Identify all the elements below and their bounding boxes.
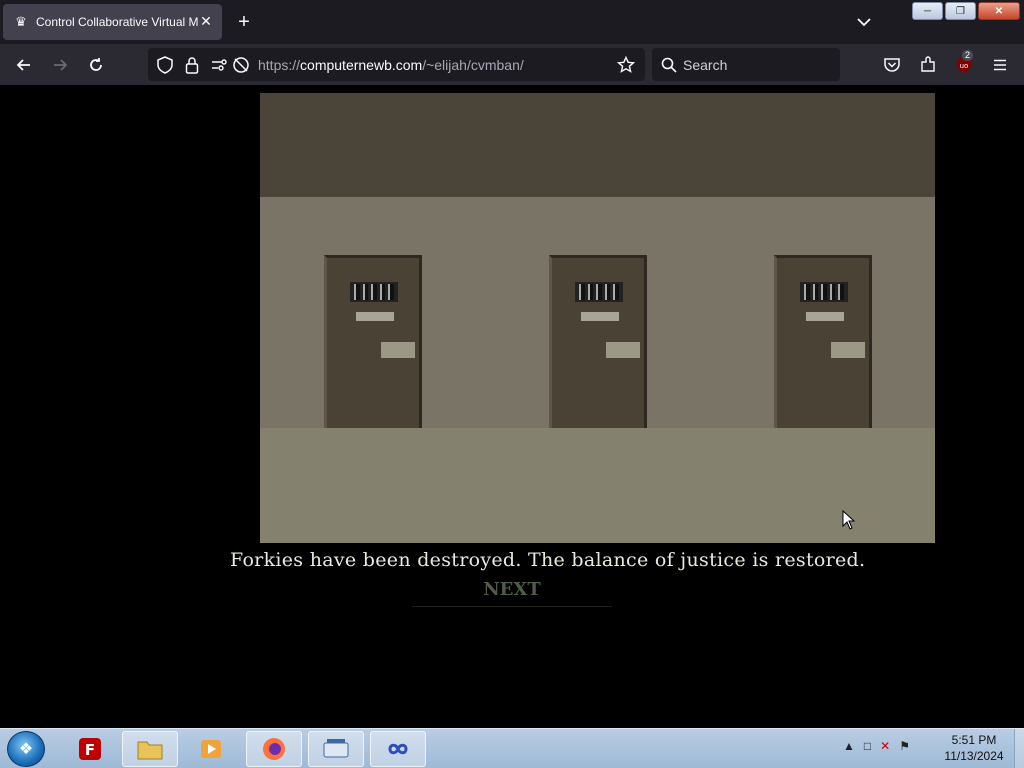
door-slot bbox=[606, 342, 640, 358]
volume-muted-icon[interactable]: ✕ bbox=[880, 739, 890, 753]
search-input[interactable]: Search bbox=[652, 48, 840, 81]
taskbar-app-explorer[interactable] bbox=[122, 731, 178, 767]
close-tab-icon[interactable]: ✕ bbox=[198, 13, 214, 29]
clock-time: 5:51 PM bbox=[951, 733, 997, 747]
show-hidden-icons-icon[interactable]: ▲ bbox=[843, 739, 855, 753]
restore-button[interactable]: ❐ bbox=[945, 2, 976, 20]
forward-button[interactable] bbox=[49, 54, 71, 76]
folder-icon bbox=[137, 741, 163, 760]
firefox-icon bbox=[263, 738, 285, 760]
next-button[interactable]: NEXT bbox=[412, 579, 612, 607]
lock-icon[interactable] bbox=[181, 54, 203, 76]
minimize-button[interactable]: ─ bbox=[912, 2, 943, 20]
search-icon bbox=[658, 54, 680, 76]
taskbar-app-infinity[interactable] bbox=[370, 731, 426, 767]
forward-arrow-icon bbox=[54, 59, 68, 71]
barred-window bbox=[800, 282, 848, 302]
taskbar-app-firefox[interactable] bbox=[246, 731, 302, 767]
windows-logo-icon: ❖ bbox=[18, 741, 34, 758]
taskbar-app-keyboard[interactable] bbox=[308, 731, 364, 767]
search-placeholder: Search bbox=[683, 57, 728, 73]
browser-tab[interactable]: ♛ Control Collaborative Virtual M ✕ bbox=[3, 4, 222, 40]
autoplay-blocked-icon[interactable] bbox=[230, 54, 252, 76]
game-viewport: Forkies have been destroyed. The balance… bbox=[0, 85, 1024, 728]
svg-text:uo: uo bbox=[960, 62, 969, 70]
hamburger-menu-icon bbox=[994, 59, 1006, 71]
taskbar: ❖ F ▲ □ ✕ ⚑ 5:51 PM 11/13/2024 bbox=[0, 728, 1024, 768]
site-favicon-icon: ♛ bbox=[15, 14, 27, 29]
infinity-icon bbox=[388, 743, 408, 755]
taskbar-app-media-player[interactable] bbox=[183, 731, 239, 767]
barred-window bbox=[575, 282, 623, 302]
nameplate bbox=[581, 312, 619, 321]
chevron-down-icon bbox=[857, 18, 871, 27]
url-text: https://computernewb.com/~elijah/cvmban/ bbox=[258, 57, 524, 73]
back-arrow-icon bbox=[16, 59, 30, 71]
extension-badge: 2 bbox=[962, 50, 974, 61]
cell-door bbox=[774, 255, 872, 428]
address-bar[interactable]: https://computernewb.com/~elijah/cvmban/ bbox=[148, 48, 645, 81]
taskbar-clock[interactable]: 5:51 PM 11/13/2024 bbox=[940, 732, 1008, 764]
clock-date: 11/13/2024 bbox=[944, 749, 1004, 763]
cell-door bbox=[549, 255, 647, 428]
tab-title: Control Collaborative Virtual M bbox=[36, 15, 199, 29]
ceiling bbox=[260, 93, 935, 197]
menu-button[interactable] bbox=[989, 54, 1011, 76]
reload-button[interactable] bbox=[85, 54, 107, 76]
back-button[interactable] bbox=[13, 54, 35, 76]
filezilla-icon: F bbox=[79, 738, 101, 760]
close-window-button[interactable]: ✕ bbox=[978, 2, 1020, 20]
media-player-icon bbox=[201, 740, 221, 758]
network-icon[interactable]: □ bbox=[864, 739, 871, 753]
door-slot bbox=[831, 342, 865, 358]
list-all-tabs-button[interactable] bbox=[854, 12, 874, 32]
nameplate bbox=[806, 312, 844, 321]
reload-icon bbox=[90, 58, 102, 71]
svg-text:F: F bbox=[85, 741, 95, 759]
cell-door bbox=[324, 255, 422, 428]
door-slot bbox=[381, 342, 415, 358]
extensions-button[interactable] bbox=[917, 54, 939, 76]
taskbar-app-filezilla[interactable]: F bbox=[62, 731, 118, 767]
puzzle-icon bbox=[921, 56, 935, 72]
nav-toolbar: https://computernewb.com/~elijah/cvmban/… bbox=[0, 44, 1024, 85]
action-center-flag-icon[interactable]: ⚑ bbox=[899, 739, 910, 753]
tracking-protection-shield-icon[interactable] bbox=[154, 54, 176, 76]
story-caption: Forkies have been destroyed. The balance… bbox=[230, 549, 866, 571]
keyboard-icon bbox=[323, 739, 349, 758]
permissions-icon[interactable] bbox=[208, 54, 230, 76]
show-desktop-button[interactable] bbox=[1014, 729, 1024, 768]
start-button[interactable]: ❖ bbox=[7, 731, 45, 767]
bookmark-star-icon[interactable] bbox=[615, 54, 637, 76]
floor bbox=[260, 428, 935, 543]
new-tab-button[interactable]: + bbox=[233, 11, 255, 33]
nameplate bbox=[356, 312, 394, 321]
barred-window bbox=[350, 282, 398, 302]
pocket-button[interactable] bbox=[881, 54, 903, 76]
mouse-cursor-icon bbox=[842, 510, 856, 530]
tab-strip: ♛ Control Collaborative Virtual M ✕ + ─ … bbox=[0, 0, 1024, 44]
system-tray: ▲ □ ✕ ⚑ bbox=[843, 739, 910, 753]
window-controls: ─ ❐ ✕ bbox=[912, 2, 1020, 20]
pocket-icon bbox=[884, 58, 900, 72]
prison-corridor-scene bbox=[260, 93, 935, 543]
